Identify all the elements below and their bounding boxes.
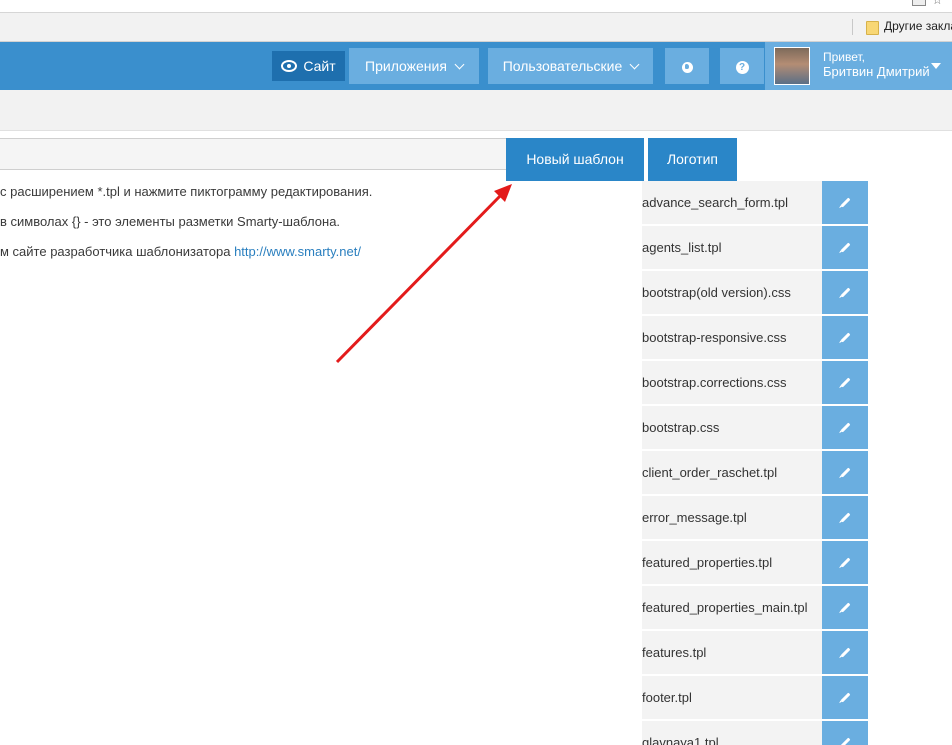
edit-button[interactable]: [822, 271, 868, 314]
help-icon: ?: [735, 60, 749, 74]
list-item: agents_list.tpl: [642, 226, 868, 269]
template-file-name[interactable]: advance_search_form.tpl: [642, 181, 822, 224]
avatar: [774, 47, 810, 85]
custom-menu-label: Пользовательские: [502, 58, 623, 74]
apps-menu-button[interactable]: Приложения: [349, 48, 479, 84]
sub-header-bar: [0, 90, 952, 131]
pencil-icon: [840, 602, 851, 613]
window-restore-icon[interactable]: [912, 0, 926, 6]
edit-button[interactable]: [822, 361, 868, 404]
browser-window-top: ☆: [0, 0, 952, 13]
pencil-icon: [840, 737, 851, 745]
pencil-icon: [840, 512, 851, 523]
edit-button[interactable]: [822, 676, 868, 719]
bookmarks-separator: [852, 19, 853, 35]
logo-button[interactable]: Логотип: [648, 138, 737, 181]
edit-button[interactable]: [822, 316, 868, 359]
list-item: glavnaya1.tpl: [642, 721, 868, 745]
template-file-name[interactable]: bootstrap.corrections.css: [642, 361, 822, 404]
other-bookmarks-link[interactable]: Другие закладки: [884, 19, 952, 33]
edit-button[interactable]: [822, 181, 868, 224]
edit-button[interactable]: [822, 406, 868, 449]
list-item: bootstrap.css: [642, 406, 868, 449]
help-text-prefix: м сайте разработчика шаблонизатора: [0, 244, 235, 259]
edit-button[interactable]: [822, 226, 868, 269]
pencil-icon: [840, 377, 851, 388]
template-file-name[interactable]: footer.tpl: [642, 676, 822, 719]
new-template-button[interactable]: Новый шаблон: [506, 138, 644, 181]
template-file-name[interactable]: bootstrap(old version).css: [642, 271, 822, 314]
admin-navbar: Сайт Приложения Пользовательские ? Приве…: [0, 42, 952, 90]
eye-icon: [281, 60, 298, 73]
template-file-name[interactable]: glavnaya1.tpl: [642, 721, 822, 745]
pencil-icon: [840, 422, 851, 433]
help-button[interactable]: ?: [720, 48, 764, 84]
template-path-field[interactable]: [0, 138, 507, 170]
bookmarks-bar: Другие закладки: [0, 13, 952, 42]
caret-down-icon: [931, 63, 941, 69]
edit-button[interactable]: [822, 631, 868, 674]
template-file-name[interactable]: features.tpl: [642, 631, 822, 674]
pencil-icon: [840, 242, 851, 253]
pencil-icon: [840, 647, 851, 658]
globe-button[interactable]: [665, 48, 709, 84]
site-button-label: Сайт: [303, 58, 336, 74]
arrow-head: [494, 184, 512, 202]
list-item: features.tpl: [642, 631, 868, 674]
pencil-icon: [840, 332, 851, 343]
template-file-name[interactable]: featured_properties_main.tpl: [642, 586, 822, 629]
pencil-icon: [840, 467, 851, 478]
edit-button[interactable]: [822, 496, 868, 539]
edit-button[interactable]: [822, 541, 868, 584]
list-item: client_order_raschet.tpl: [642, 451, 868, 494]
template-file-name[interactable]: client_order_raschet.tpl: [642, 451, 822, 494]
folder-icon: [866, 21, 879, 35]
pencil-icon: [840, 692, 851, 703]
template-file-name[interactable]: error_message.tpl: [642, 496, 822, 539]
list-item: featured_properties_main.tpl: [642, 586, 868, 629]
pencil-icon: [840, 557, 851, 568]
edit-button[interactable]: [822, 721, 868, 745]
custom-menu-button[interactable]: Пользовательские: [488, 48, 653, 84]
smarty-link[interactable]: http://www.smarty.net/: [234, 244, 361, 259]
template-file-name[interactable]: featured_properties.tpl: [642, 541, 822, 584]
edit-button[interactable]: [822, 586, 868, 629]
edit-button[interactable]: [822, 451, 868, 494]
list-item: bootstrap-responsive.css: [642, 316, 868, 359]
site-button[interactable]: Сайт: [272, 51, 345, 81]
template-file-name[interactable]: bootstrap-responsive.css: [642, 316, 822, 359]
help-text-line: м сайте разработчика шаблонизатора http:…: [0, 244, 361, 259]
list-item: bootstrap(old version).css: [642, 271, 868, 314]
list-item: advance_search_form.tpl: [642, 181, 868, 224]
help-text-line: с расширением *.tpl и нажмите пиктограмм…: [0, 184, 373, 199]
chevron-down-icon: [629, 59, 640, 70]
chevron-down-icon: [454, 59, 465, 70]
help-text-line: в символах {} - это элементы разметки Sm…: [0, 214, 341, 229]
list-item: featured_properties.tpl: [642, 541, 868, 584]
globe-icon: [681, 61, 693, 73]
apps-menu-label: Приложения: [365, 58, 447, 74]
list-item: footer.tpl: [642, 676, 868, 719]
user-name: Бритвин Дмитрий: [823, 64, 930, 79]
template-file-name[interactable]: bootstrap.css: [642, 406, 822, 449]
user-menu[interactable]: Привет, Бритвин Дмитрий: [765, 42, 952, 90]
pencil-icon: [840, 197, 851, 208]
greeting-text: Привет,: [823, 50, 866, 64]
list-item: error_message.tpl: [642, 496, 868, 539]
bookmark-star-icon[interactable]: ☆: [932, 0, 943, 6]
pencil-icon: [840, 287, 851, 298]
arrow-shaft: [335, 191, 505, 364]
list-item: bootstrap.corrections.css: [642, 361, 868, 404]
template-file-name[interactable]: agents_list.tpl: [642, 226, 822, 269]
